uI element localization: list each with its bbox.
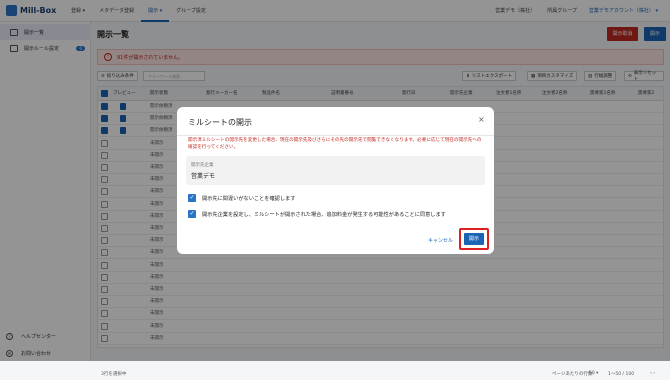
rows-per-page-select[interactable]: 50 ▾ bbox=[589, 371, 598, 376]
pagination-arrows[interactable]: ‹ › bbox=[650, 371, 655, 376]
confirm-publish-button[interactable]: 開示 bbox=[464, 233, 484, 245]
dialog-warning: 開示済ミルシートの開示先を変更した場合、現在の開示先及びさらにその先の開示先で閲… bbox=[188, 138, 482, 150]
dialog-title: ミルシートの開示 bbox=[188, 118, 252, 127]
publish-dialog: ミルシートの開示 × 開示済ミルシートの開示先を変更した場合、現在の開示先及びさ… bbox=[177, 107, 494, 254]
checkbox-label: 開示先に間違いがないことを確認します bbox=[202, 195, 296, 202]
checkbox-checked-icon[interactable]: ✓ bbox=[188, 210, 196, 218]
table-footer: 3行を選択中 ページあたりの行数: 50 ▾ 1〜50 / 100 ‹ › bbox=[97, 368, 664, 380]
selection-count: 3行を選択中 bbox=[101, 372, 127, 377]
checkbox-checked-icon[interactable]: ✓ bbox=[188, 194, 196, 202]
rows-per-page-label: ページあたりの行数: bbox=[552, 372, 594, 377]
checkbox-label: 開示先企業を設定し、ミルシートが開示された場合、追加料金が発生する可能性があるこ… bbox=[202, 211, 446, 218]
company-value: 営業デモ bbox=[191, 173, 216, 180]
close-icon[interactable]: × bbox=[478, 115, 485, 124]
cancel-button[interactable]: キャンセル bbox=[428, 237, 453, 244]
company-label: 開示先企業 bbox=[191, 163, 214, 168]
confirm-highlight: 開示 bbox=[459, 228, 489, 250]
company-field: 開示先企業 営業デモ bbox=[186, 156, 485, 185]
dialog-divider bbox=[177, 135, 494, 136]
confirm-checkbox-1[interactable]: ✓ 開示先に間違いがないことを確認します bbox=[188, 194, 295, 202]
page-range: 1〜50 / 100 bbox=[608, 372, 635, 377]
confirm-checkbox-2[interactable]: ✓ 開示先企業を設定し、ミルシートが開示された場合、追加料金が発生する可能性があ… bbox=[188, 210, 446, 218]
